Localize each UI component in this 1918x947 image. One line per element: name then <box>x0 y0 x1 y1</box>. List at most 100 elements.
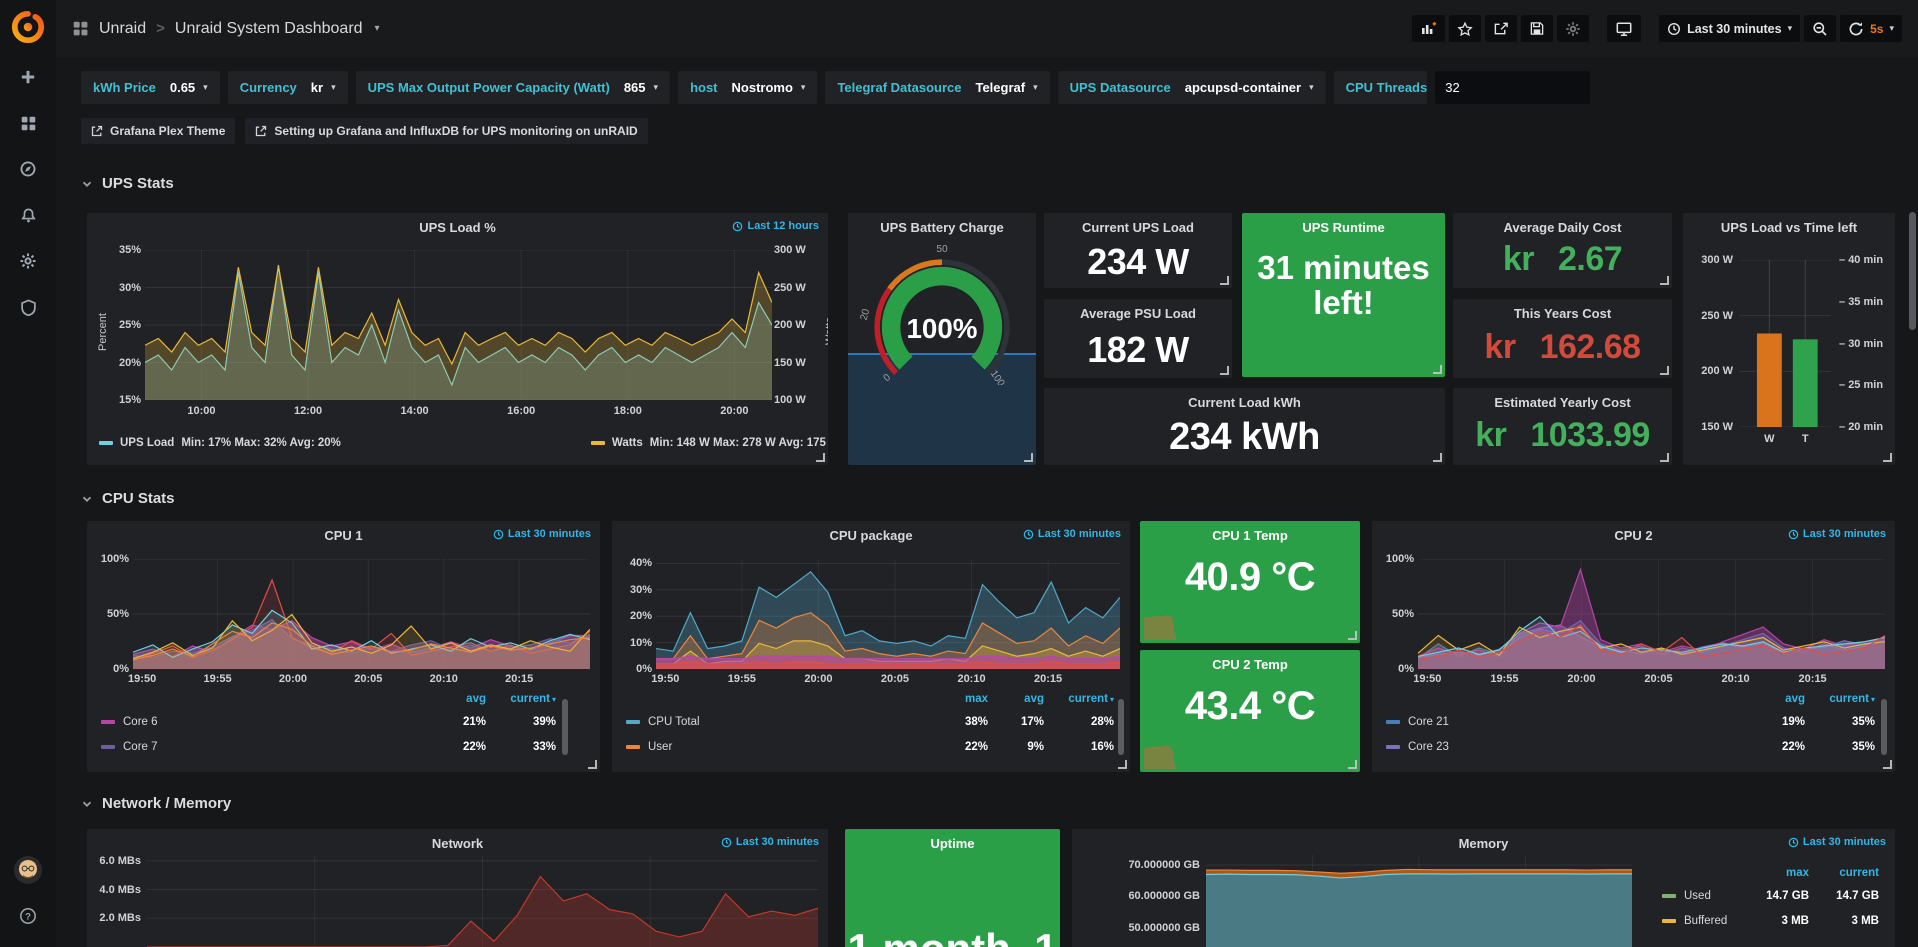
panel-time-range[interactable]: Last 12 hours <box>732 220 819 232</box>
link-ups-monitoring-guide[interactable]: Setting up Grafana and InfluxDB for UPS … <box>245 118 647 144</box>
legend-item[interactable]: User22%9%16% <box>626 734 1114 759</box>
panel-title[interactable]: UPS Load % <box>87 220 828 235</box>
plot-area[interactable] <box>656 559 1120 669</box>
explore-compass-icon[interactable] <box>0 146 56 192</box>
cpu-threads-input[interactable] <box>1435 71 1590 104</box>
section-cpu-stats[interactable]: CPU Stats <box>81 490 175 507</box>
panel-average-daily-cost: Average Daily Cost kr 2.67 <box>1453 213 1672 288</box>
legend-label: Buffered <box>1684 915 1727 927</box>
legend-item[interactable]: Core 2322%35% <box>1386 734 1875 759</box>
panel-title[interactable]: CPU 2 Temp <box>1140 657 1360 672</box>
axis-tick: 20:10 <box>957 673 985 685</box>
plot-area[interactable] <box>133 559 590 669</box>
link-grafana-plex-theme[interactable]: Grafana Plex Theme <box>81 118 235 144</box>
panel-title[interactable]: UPS Runtime <box>1242 220 1445 235</box>
share-button[interactable] <box>1485 15 1517 42</box>
panel-title[interactable]: Current UPS Load <box>1044 220 1232 235</box>
legend-item[interactable]: Core 2119%35% <box>1386 709 1875 734</box>
plot-area[interactable] <box>1206 855 1632 947</box>
variable-value-dropdown[interactable]: kr▾ <box>311 80 336 95</box>
dashboard-settings-gear-icon[interactable] <box>1557 15 1589 42</box>
legend-column-avg[interactable]: avg <box>988 693 1044 705</box>
panel-time-range[interactable]: Last 30 minutes <box>1788 836 1886 848</box>
cost-number: 2.67 <box>1558 240 1622 279</box>
refresh-button[interactable]: 5s ▾ <box>1840 15 1902 42</box>
legend-item[interactable]: WattsMin: 148 W Max: 278 W Avg: 175 W <box>591 437 828 449</box>
page-scrollbar[interactable] <box>1909 212 1916 330</box>
legend-item[interactable]: CPU Total38%17%28% <box>626 709 1114 734</box>
breadcrumb-folder[interactable]: Unraid <box>99 20 146 38</box>
legend-column-max[interactable]: max <box>932 693 988 705</box>
zoom-out-button[interactable] <box>1804 15 1836 42</box>
axis-tick: 20:00 <box>720 405 748 417</box>
panel-title[interactable]: Uptime <box>845 836 1060 851</box>
plot-area[interactable] <box>145 250 772 400</box>
panel-title[interactable]: Average Daily Cost <box>1453 220 1672 235</box>
plot-area[interactable] <box>1739 260 1831 427</box>
variable-value-dropdown[interactable]: 865▾ <box>624 80 658 95</box>
sidebar: ? <box>0 0 56 947</box>
legend: avgcurrent▾ Core 2119%35%Core 2322%35% <box>1386 693 1875 759</box>
panel-ups-battery-charge: UPS Battery Charge 02050100100% <box>848 213 1036 465</box>
panel-title[interactable]: Memory <box>1072 836 1895 851</box>
create-plus-icon[interactable] <box>0 54 56 100</box>
panel-title[interactable]: Network <box>87 836 828 851</box>
panel-title[interactable]: CPU 1 Temp <box>1140 528 1360 543</box>
panel-title[interactable]: Average PSU Load <box>1044 306 1232 321</box>
dashboard-canvas: kWh Price 0.65▾ Currency kr▾ UPS Max Out… <box>56 57 1918 947</box>
help-icon[interactable]: ? <box>0 893 56 939</box>
dashboards-icon[interactable] <box>0 100 56 146</box>
legend-column-current[interactable]: current▾ <box>486 693 556 705</box>
panel-time-range[interactable]: Last 30 minutes <box>1788 528 1886 540</box>
legend-column-avg[interactable]: avg <box>1749 693 1805 705</box>
legend-item[interactable]: Used14.7 GB14.7 GB <box>1662 883 1879 908</box>
panel-cpu1: CPU 1 Last 30 minutes 100%50%0% 19:5019:… <box>87 521 600 772</box>
legend-item[interactable]: Core 621%39% <box>101 709 556 734</box>
legend-swatch-icon <box>99 441 113 445</box>
legend-column-max[interactable]: max <box>1753 867 1809 879</box>
panel-time-range[interactable]: Last 30 minutes <box>1023 528 1121 540</box>
legend-scrollbar[interactable] <box>1118 699 1124 755</box>
user-avatar[interactable] <box>0 847 56 893</box>
breadcrumb-dashboard-title[interactable]: Unraid System Dashboard <box>175 20 363 38</box>
panel-time-range[interactable]: Last 30 minutes <box>721 836 819 848</box>
legend-scrollbar[interactable] <box>1881 699 1887 755</box>
legend-item[interactable]: Buffered3 MB3 MB <box>1662 908 1879 933</box>
star-button[interactable] <box>1449 15 1481 42</box>
panel-title[interactable]: UPS Load vs Time left <box>1683 220 1895 235</box>
add-panel-button[interactable] <box>1412 15 1445 42</box>
plot-area[interactable] <box>147 855 818 947</box>
legend-column-current[interactable]: current▾ <box>1805 693 1875 705</box>
cycle-view-monitor-icon[interactable] <box>1607 15 1641 42</box>
section-ups-stats[interactable]: UPS Stats <box>81 175 174 192</box>
variable-value-dropdown[interactable]: 0.65▾ <box>170 80 208 95</box>
panel-current-ups-load: Current UPS Load 234 W <box>1044 213 1232 288</box>
alerting-bell-icon[interactable] <box>0 192 56 238</box>
legend-item[interactable]: Core 722%33% <box>101 734 556 759</box>
stat-value: kr 1033.99 <box>1453 416 1672 455</box>
legend-column-current[interactable]: current▾ <box>1044 693 1114 705</box>
panel-title[interactable]: UPS Battery Charge <box>848 220 1036 235</box>
server-admin-shield-icon[interactable] <box>0 284 56 330</box>
section-network-memory[interactable]: Network / Memory <box>81 795 231 812</box>
legend-column-current[interactable]: current <box>1809 867 1879 879</box>
grafana-logo[interactable] <box>0 0 56 54</box>
legend-label: Core 21 <box>1408 716 1449 728</box>
axis-tick: 30 min <box>1839 338 1891 350</box>
configuration-gear-icon[interactable] <box>0 238 56 284</box>
variable-value-dropdown[interactable]: Telegraf▾ <box>975 80 1037 95</box>
variable-value-dropdown[interactable]: apcupsd-container▾ <box>1185 80 1314 95</box>
chevron-down-icon[interactable]: ▾ <box>375 23 380 34</box>
save-button[interactable] <box>1521 15 1553 42</box>
panel-time-range[interactable]: Last 30 minutes <box>493 528 591 540</box>
variable-value-dropdown[interactable]: Nostromo▾ <box>732 80 806 95</box>
legend-scrollbar[interactable] <box>562 699 568 755</box>
panel-title[interactable]: This Years Cost <box>1453 306 1672 321</box>
time-range-picker[interactable]: Last 30 minutes ▾ <box>1659 15 1800 42</box>
panel-title[interactable]: Current Load kWh <box>1044 395 1445 410</box>
axis-tick: 300 W <box>1691 254 1733 266</box>
panel-title[interactable]: Estimated Yearly Cost <box>1453 395 1672 410</box>
legend-item[interactable]: UPS LoadMin: 17% Max: 32% Avg: 20% <box>99 437 341 449</box>
legend-column-avg[interactable]: avg <box>430 693 486 705</box>
plot-area[interactable] <box>1418 559 1885 669</box>
